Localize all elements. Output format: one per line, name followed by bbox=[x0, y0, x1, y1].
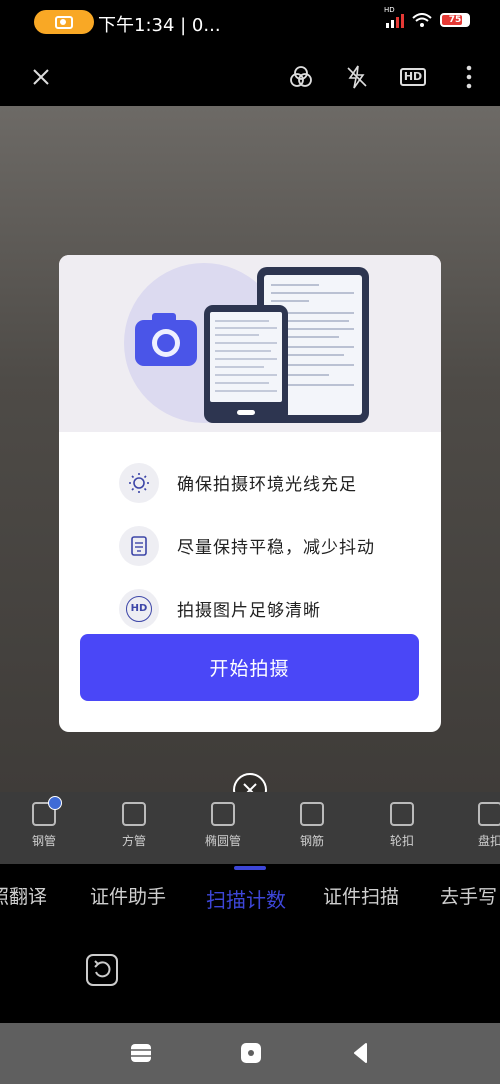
document-icon bbox=[119, 525, 159, 566]
battery-percent: 75 bbox=[448, 15, 462, 25]
tool-label: 方管 bbox=[121, 834, 146, 848]
dialog-illustration bbox=[59, 255, 441, 432]
hd-icon-label: HD bbox=[126, 595, 152, 622]
signal-hd-label: HD bbox=[384, 6, 395, 14]
home-icon[interactable] bbox=[240, 1043, 262, 1063]
square-pipe-icon bbox=[122, 802, 146, 826]
oval-pipe-icon bbox=[211, 802, 235, 826]
mode-tab-id-scan[interactable]: 证件扫描 bbox=[323, 882, 399, 909]
tool-label: 钢管 bbox=[31, 834, 56, 848]
capture-controls bbox=[0, 928, 500, 1023]
status-time: 下午1:34 | 0... bbox=[98, 15, 221, 36]
shooting-tips-dialog: 确保拍摄环境光线充足 尽量保持平稳，减少抖动 HD 拍摄图片足够清晰 开始拍摄 bbox=[59, 255, 441, 732]
hd-toggle-button[interactable]: HD bbox=[399, 64, 427, 90]
tool-label: 轮扣 bbox=[389, 834, 414, 848]
tool-label: 钢筋 bbox=[299, 834, 324, 848]
mode-tab-scan-count[interactable]: 扫描计数 bbox=[206, 884, 286, 913]
recent-apps-icon[interactable] bbox=[130, 1043, 152, 1063]
tool-wheel-buckle[interactable]: 轮扣 bbox=[372, 802, 432, 849]
tip-text: 拍摄图片足够清晰 bbox=[177, 601, 321, 621]
system-nav-bar bbox=[0, 1023, 500, 1084]
filter-icon[interactable] bbox=[288, 64, 314, 90]
tool-label: 椭圆管 bbox=[204, 834, 241, 848]
back-icon[interactable] bbox=[350, 1043, 372, 1063]
active-mode-indicator bbox=[234, 866, 266, 870]
tool-steel-pipe[interactable]: 钢管 bbox=[14, 796, 74, 849]
battery-icon: 75 bbox=[440, 13, 470, 27]
camera-indicator-pill bbox=[34, 10, 94, 34]
steel-pipe-icon bbox=[32, 796, 62, 826]
camera-icon bbox=[55, 15, 73, 29]
disc-buckle-icon bbox=[478, 802, 500, 826]
hd-icon: HD bbox=[119, 588, 159, 629]
wheel-buckle-icon bbox=[390, 802, 414, 826]
rotate-camera-icon[interactable] bbox=[84, 952, 120, 988]
start-shooting-button[interactable]: 开始拍摄 bbox=[80, 634, 419, 701]
tip-item: 确保拍摄环境光线充足 bbox=[119, 451, 375, 514]
tool-label: 盘扣 bbox=[477, 834, 500, 848]
mode-tab-remove-handwriting[interactable]: 去手写 bbox=[440, 882, 497, 909]
tip-text: 确保拍摄环境光线充足 bbox=[177, 475, 357, 495]
wifi-icon bbox=[412, 13, 432, 27]
camera-mode-tabs: 照翻译 证件助手 扫描计数 证件扫描 去手写 bbox=[0, 864, 500, 928]
close-icon[interactable] bbox=[28, 64, 54, 90]
status-bar: 下午1:34 | 0... HD 75 bbox=[0, 0, 500, 44]
tool-square-pipe[interactable]: 方管 bbox=[104, 802, 164, 849]
camera-toolbar: HD bbox=[0, 44, 500, 106]
tips-list: 确保拍摄环境光线充足 尽量保持平稳，减少抖动 HD 拍摄图片足够清晰 bbox=[119, 451, 375, 640]
brightness-icon bbox=[119, 462, 159, 503]
mode-tab-id-assistant[interactable]: 证件助手 bbox=[90, 882, 166, 909]
status-indicators: HD 75 bbox=[384, 6, 470, 28]
tip-item: 尽量保持平稳，减少抖动 bbox=[119, 514, 375, 577]
rebar-icon bbox=[300, 802, 324, 826]
tool-rebar[interactable]: 钢筋 bbox=[282, 802, 342, 849]
tip-item: HD 拍摄图片足够清晰 bbox=[119, 577, 375, 640]
tool-oval-pipe[interactable]: 椭圆管 bbox=[193, 802, 253, 849]
flash-off-icon[interactable] bbox=[344, 64, 370, 90]
hd-label: HD bbox=[399, 68, 427, 86]
counting-tools-bar: 钢管 方管 椭圆管 钢筋 轮扣 盘扣 bbox=[0, 792, 500, 864]
cell-signal-icon: HD bbox=[384, 6, 404, 28]
tip-text: 尽量保持平稳，减少抖动 bbox=[177, 538, 375, 558]
more-vertical-icon[interactable] bbox=[456, 64, 482, 90]
mode-tab-translate[interactable]: 照翻译 bbox=[0, 882, 47, 909]
selected-badge bbox=[48, 796, 62, 810]
tool-disc-buckle[interactable]: 盘扣 bbox=[460, 802, 500, 849]
